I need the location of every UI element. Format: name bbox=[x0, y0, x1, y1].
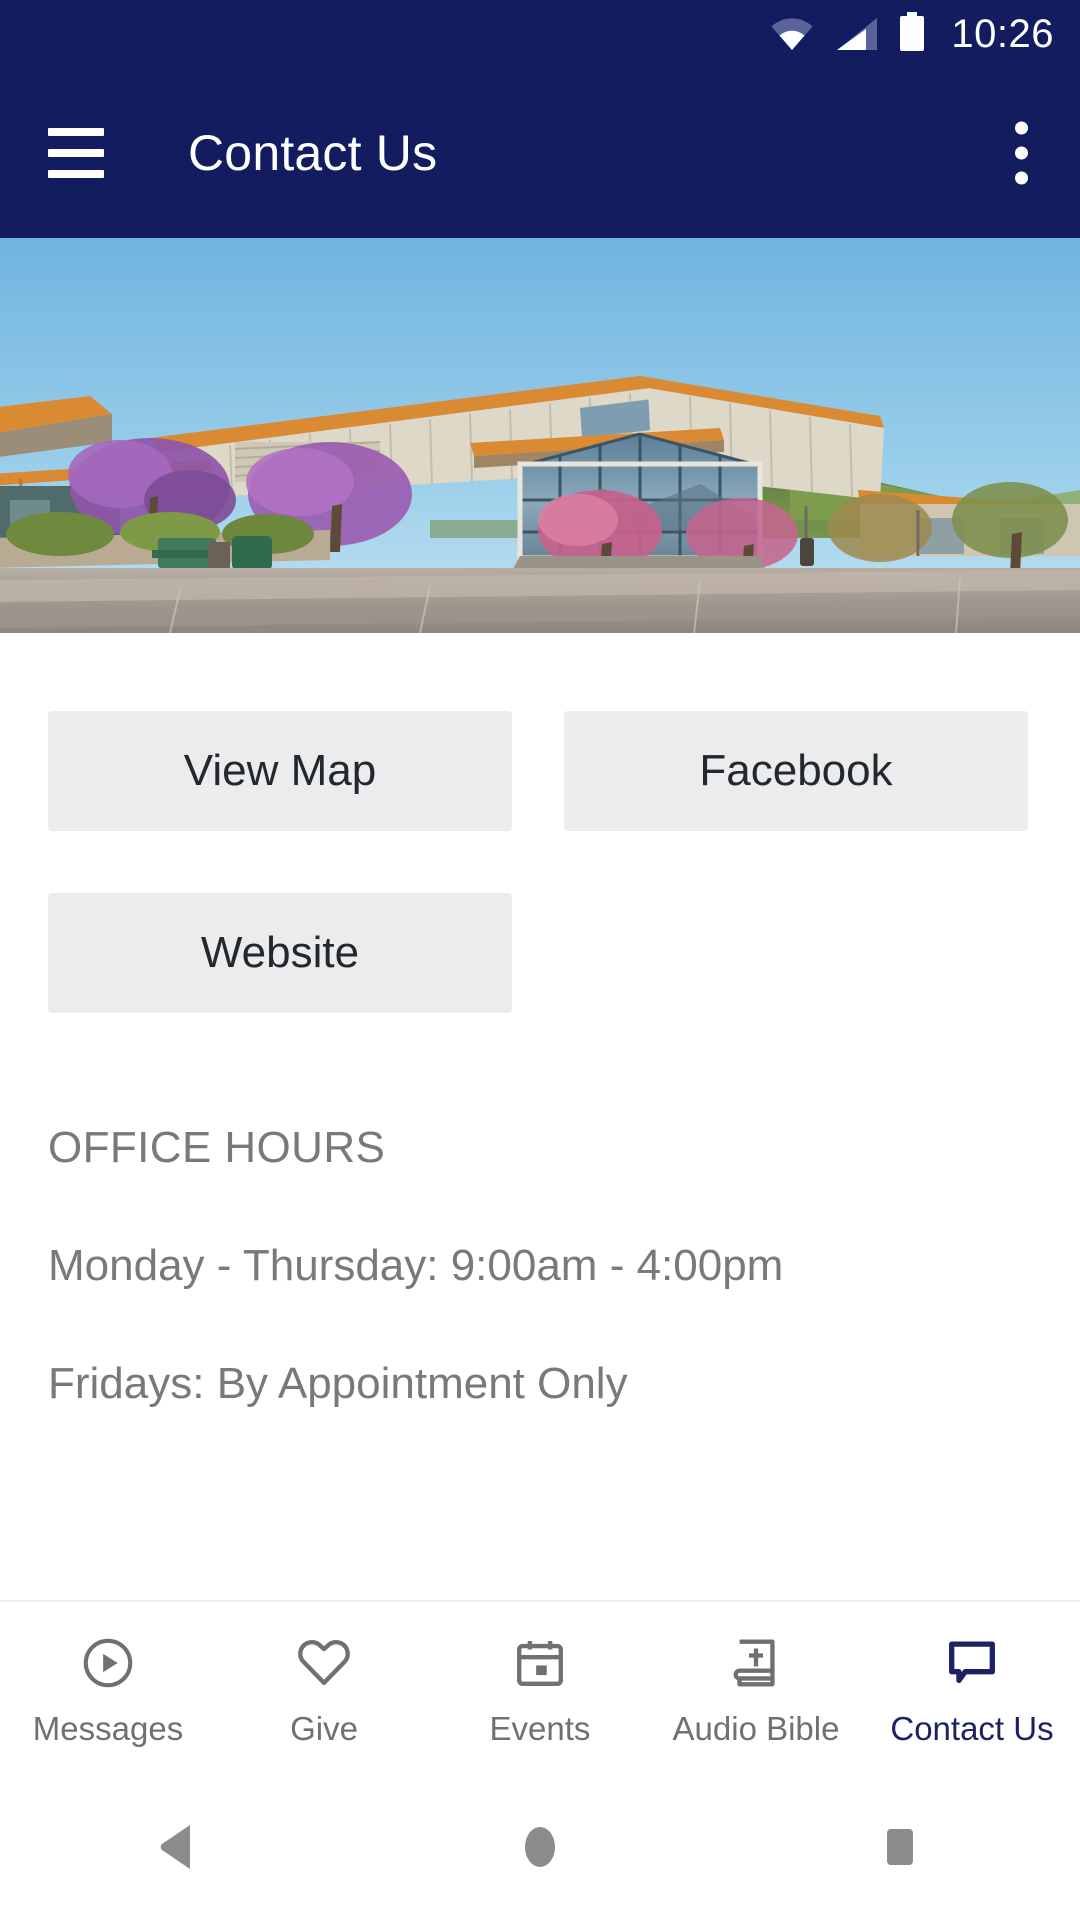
tab-messages[interactable]: Messages bbox=[0, 1632, 216, 1748]
tab-label-give: Give bbox=[290, 1710, 358, 1747]
tab-label-messages: Messages bbox=[32, 1710, 184, 1747]
speech-bubble-icon bbox=[943, 1632, 1001, 1694]
main-content: View Map Facebook Website OFFICE HOURS M… bbox=[0, 711, 1080, 1409]
play-circle-icon bbox=[79, 1632, 137, 1694]
tab-contact-us[interactable]: Contact Us bbox=[864, 1632, 1080, 1748]
office-hours-weekday: Monday - Thursday: 9:00am - 4:00pm bbox=[48, 1241, 784, 1290]
calendar-icon bbox=[511, 1632, 569, 1694]
bottom-tab-bar: Messages Give Events Audio Bible Contact… bbox=[0, 1600, 1080, 1778]
triangle-back-icon bbox=[156, 1821, 204, 1878]
home-button[interactable] bbox=[360, 1821, 720, 1878]
circle-home-icon bbox=[516, 1821, 564, 1878]
square-recents-icon bbox=[876, 1821, 924, 1878]
tab-events[interactable]: Events bbox=[432, 1632, 648, 1748]
tab-audio-bible[interactable]: Audio Bible bbox=[648, 1632, 864, 1748]
tab-give[interactable]: Give bbox=[216, 1632, 432, 1748]
system-navigation-bar bbox=[0, 1778, 1080, 1920]
view-map-button[interactable]: View Map bbox=[48, 711, 512, 831]
battery-icon bbox=[897, 11, 927, 57]
status-bar-clock: 10:26 bbox=[951, 12, 1054, 56]
status-bar-icons bbox=[769, 11, 927, 57]
back-button[interactable] bbox=[0, 1821, 360, 1878]
wifi-icon bbox=[769, 16, 815, 57]
recents-button[interactable] bbox=[720, 1821, 1080, 1878]
office-hours-heading: OFFICE HOURS bbox=[48, 1123, 386, 1172]
cellular-signal-icon bbox=[833, 16, 879, 57]
button-row-2: Website bbox=[48, 893, 1032, 1013]
heart-icon bbox=[295, 1632, 353, 1694]
page-title: Contact Us bbox=[188, 125, 438, 181]
hamburger-menu-icon[interactable] bbox=[48, 128, 104, 178]
tab-label-events: Events bbox=[489, 1710, 591, 1747]
bible-book-icon bbox=[727, 1632, 785, 1694]
app-toolbar: Contact Us bbox=[0, 68, 1080, 238]
tab-label-audio-bible: Audio Bible bbox=[672, 1710, 840, 1747]
app-screen: 10:26 Contact Us View Map Facebook Websi… bbox=[0, 0, 1080, 1920]
more-vertical-icon[interactable] bbox=[1005, 112, 1038, 195]
button-row-1: View Map Facebook bbox=[48, 711, 1032, 831]
facebook-button[interactable]: Facebook bbox=[564, 711, 1028, 831]
tab-label-contact-us: Contact Us bbox=[890, 1710, 1054, 1747]
hero-image bbox=[0, 238, 1080, 633]
office-hours-friday: Fridays: By Appointment Only bbox=[48, 1359, 628, 1408]
status-bar: 10:26 bbox=[0, 0, 1080, 68]
website-button[interactable]: Website bbox=[48, 893, 512, 1013]
